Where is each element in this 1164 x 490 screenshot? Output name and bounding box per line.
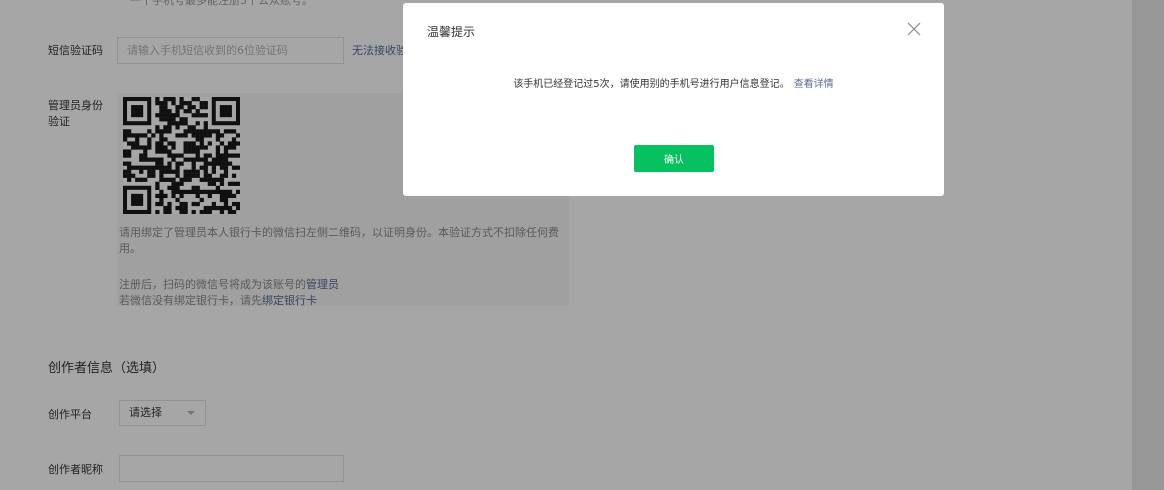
dialog-message-text: 该手机已经登记过5次，请使用别的手机号进行用户信息登记。 bbox=[513, 79, 790, 90]
dialog-title: 温馨提示 bbox=[427, 25, 476, 39]
view-details-link[interactable]: 查看详情 bbox=[794, 79, 834, 90]
warm-tip-dialog: 温馨提示 该手机已经登记过5次，请使用别的手机号进行用户信息登记。 查看详情 确认 bbox=[403, 3, 944, 196]
close-icon[interactable] bbox=[906, 21, 922, 37]
dialog-message: 该手机已经登记过5次，请使用别的手机号进行用户信息登记。 查看详情 bbox=[403, 75, 944, 90]
confirm-button[interactable]: 确认 bbox=[634, 145, 714, 172]
